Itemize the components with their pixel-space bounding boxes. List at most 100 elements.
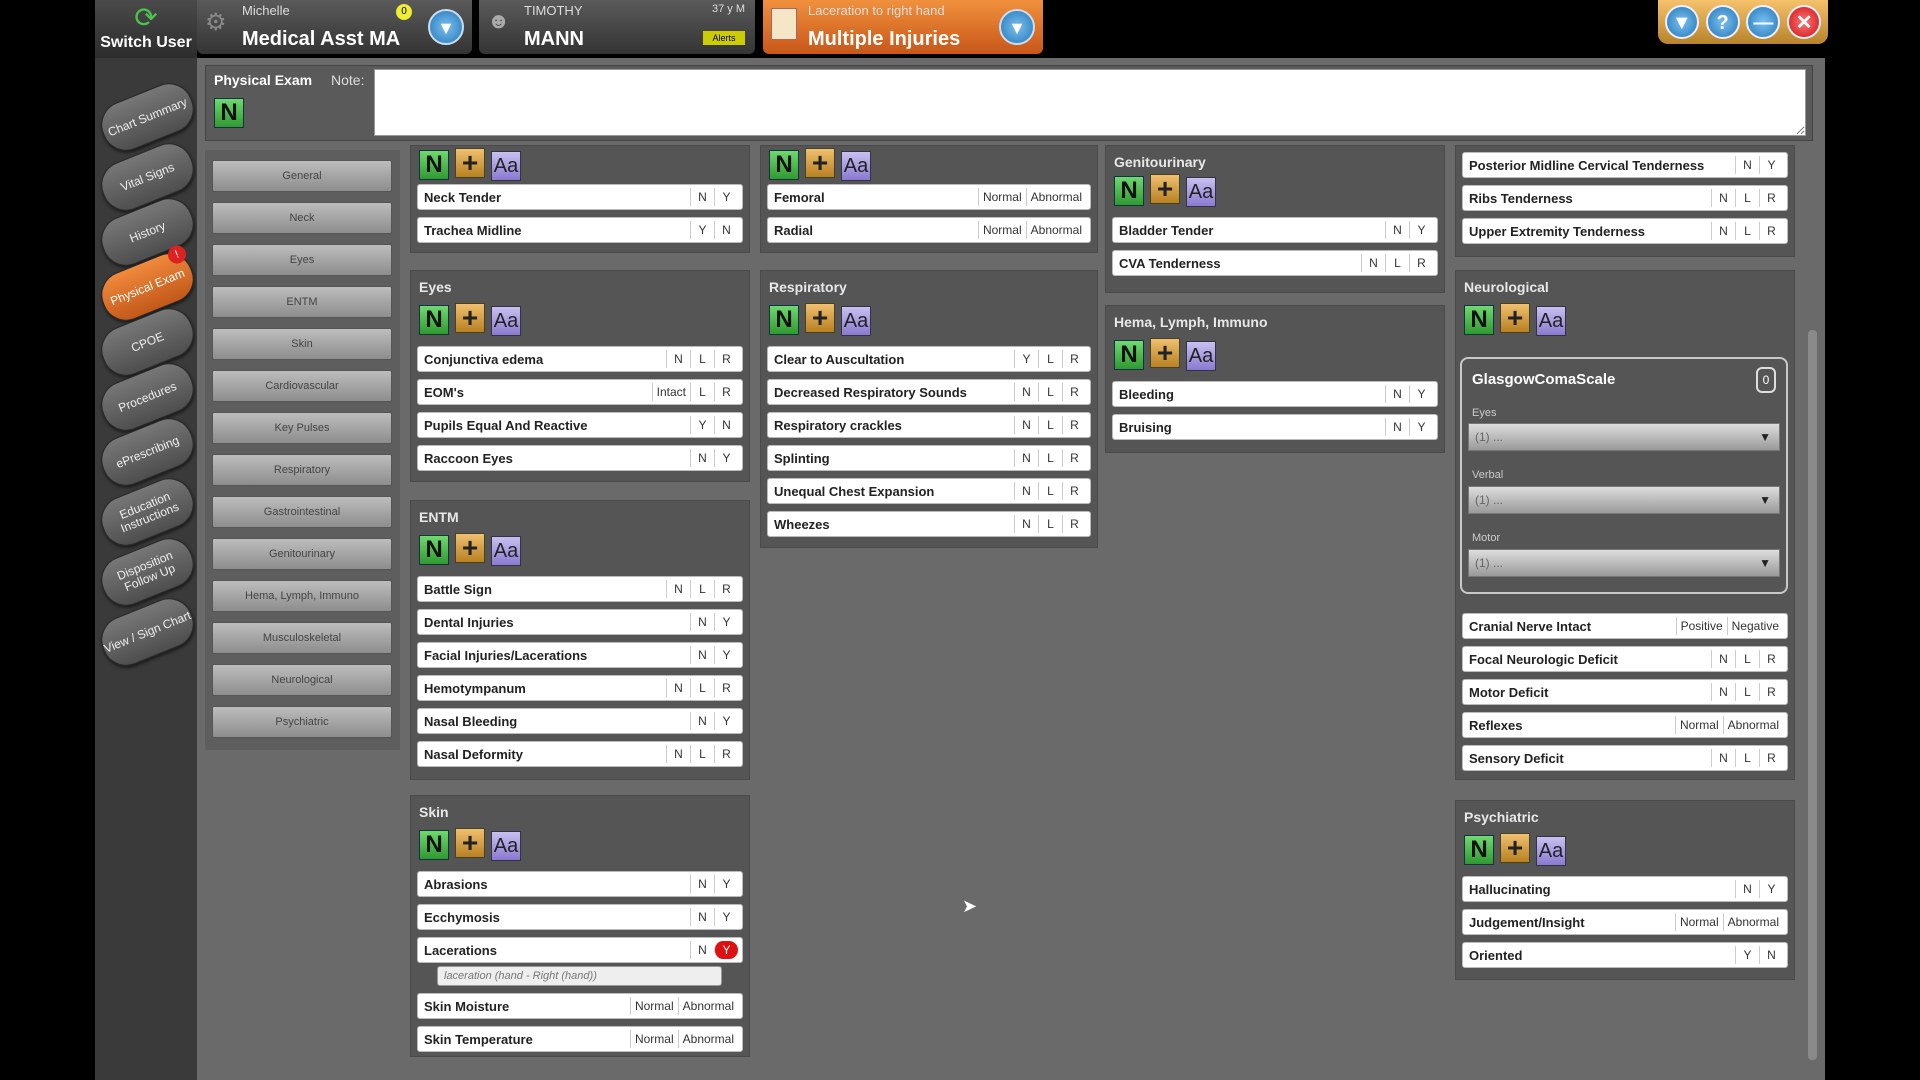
exam-row[interactable]: Trachea Midline Y N xyxy=(417,217,743,243)
patient-header[interactable]: ☻ TIMOTHY 37 y M MANN Alerts xyxy=(479,0,755,54)
help-icon[interactable]: ? xyxy=(1705,5,1740,39)
nav-general[interactable]: General xyxy=(212,160,392,192)
exam-row[interactable]: Cranial Nerve Intact Positive Negative xyxy=(1462,613,1788,639)
hema-normal-button[interactable]: N xyxy=(1114,340,1144,370)
exam-row[interactable]: Clear to Auscultation Y L R xyxy=(767,346,1091,372)
nav-genitourinary[interactable]: Genitourinary xyxy=(212,538,392,570)
entm-plus-button[interactable]: + xyxy=(455,533,485,563)
all-normal-button[interactable]: N xyxy=(214,98,244,128)
exam-row[interactable]: Pupils Equal And Reactive Y N xyxy=(417,412,743,438)
dropdown-icon[interactable]: ▼ xyxy=(1664,5,1699,39)
exam-row[interactable]: Respiratory crackles N L R xyxy=(767,412,1091,438)
note-field[interactable] xyxy=(374,69,1806,136)
exam-row[interactable]: EOM's Intact L R xyxy=(417,379,743,405)
exam-row[interactable]: Focal Neurologic Deficit N L R xyxy=(1462,646,1788,672)
exam-row[interactable]: Hemotympanum N L R xyxy=(417,675,743,701)
neuro-text-button[interactable]: Aa xyxy=(1536,306,1566,336)
exam-row[interactable]: Upper Extremity Tenderness N L R xyxy=(1462,218,1788,244)
exam-row[interactable]: Bleeding N Y xyxy=(1112,381,1438,407)
selected-option[interactable]: Y xyxy=(714,941,738,959)
eyes-plus-button[interactable]: + xyxy=(455,303,485,333)
gcs-motor-select[interactable]: (1) ... ▼ xyxy=(1468,549,1780,577)
exam-row[interactable]: Nasal Deformity N L R xyxy=(417,741,743,767)
nav-key-pulses[interactable]: Key Pulses xyxy=(212,412,392,444)
complaint-header[interactable]: Laceration to right hand Multiple Injuri… xyxy=(763,0,1043,54)
exam-row[interactable]: Bruising N Y xyxy=(1112,414,1438,440)
nav-psychiatric[interactable]: Psychiatric xyxy=(212,706,392,738)
scrollbar-thumb[interactable] xyxy=(1808,330,1817,1060)
pulses-plus-button[interactable]: + xyxy=(805,148,835,178)
nav-musculoskeletal[interactable]: Musculoskeletal xyxy=(212,622,392,654)
eyes-normal-button[interactable]: N xyxy=(419,305,449,335)
close-icon[interactable]: ✕ xyxy=(1787,5,1822,39)
exam-row[interactable]: Femoral Normal Abnormal xyxy=(767,184,1091,210)
user-header[interactable]: ⚙ Michelle 0 Medical Asst MA ▼ xyxy=(197,0,472,54)
pulses-text-button[interactable]: Aa xyxy=(841,151,871,181)
nav-neck[interactable]: Neck xyxy=(212,202,392,234)
exam-row[interactable]: Unequal Chest Expansion N L R xyxy=(767,478,1091,504)
nav-eyes[interactable]: Eyes xyxy=(212,244,392,276)
nav-gastrointestinal[interactable]: Gastrointestinal xyxy=(212,496,392,528)
respiratory-plus-button[interactable]: + xyxy=(805,303,835,333)
exam-row[interactable]: CVA Tenderness N L R xyxy=(1112,250,1438,276)
neuro-plus-button[interactable]: + xyxy=(1500,303,1530,333)
gu-plus-button[interactable]: + xyxy=(1150,174,1180,204)
exam-row[interactable]: Dental Injuries N Y xyxy=(417,609,743,635)
nav-respiratory[interactable]: Respiratory xyxy=(212,454,392,486)
skin-plus-button[interactable]: + xyxy=(455,828,485,858)
pulses-normal-button[interactable]: N xyxy=(769,150,799,180)
respiratory-text-button[interactable]: Aa xyxy=(841,306,871,336)
exam-row[interactable]: Skin Temperature Normal Abnormal xyxy=(417,1026,743,1052)
nav-entm[interactable]: ENTM xyxy=(212,286,392,318)
exam-row[interactable]: Neck Tender N Y xyxy=(417,184,743,210)
exam-row[interactable]: Battle Sign N L R xyxy=(417,576,743,602)
exam-row[interactable]: Reflexes Normal Abnormal xyxy=(1462,712,1788,738)
exam-row[interactable]: Motor Deficit N L R xyxy=(1462,679,1788,705)
exam-row[interactable]: Lacerations N Y xyxy=(417,937,743,963)
hema-text-button[interactable]: Aa xyxy=(1186,341,1216,371)
nav-hema-lymph-immuno[interactable]: Hema, Lymph, Immuno xyxy=(212,580,392,612)
psych-text-button[interactable]: Aa xyxy=(1536,836,1566,866)
respiratory-normal-button[interactable]: N xyxy=(769,305,799,335)
exam-row[interactable]: Facial Injuries/Lacerations N Y xyxy=(417,642,743,668)
minimize-icon[interactable]: — xyxy=(1746,5,1781,39)
exam-row[interactable]: Sensory Deficit N L R xyxy=(1462,745,1788,771)
exam-row[interactable]: Oriented Y N xyxy=(1462,942,1788,968)
user-dropdown-icon[interactable]: ▼ xyxy=(428,9,464,45)
neck-text-button[interactable]: Aa xyxy=(491,151,521,181)
exam-row[interactable]: Posterior Midline Cervical Tenderness N Y xyxy=(1462,152,1788,178)
nav-cardiovascular[interactable]: Cardiovascular xyxy=(212,370,392,402)
neck-plus-button[interactable]: + xyxy=(455,148,485,178)
switch-user-button[interactable]: ⟳ Switch User xyxy=(95,0,197,58)
neck-normal-button[interactable]: N xyxy=(419,150,449,180)
exam-row[interactable]: Splinting N L R xyxy=(767,445,1091,471)
exam-row[interactable]: Hallucinating N Y xyxy=(1462,876,1788,902)
exam-row[interactable]: Judgement/Insight Normal Abnormal xyxy=(1462,909,1788,935)
exam-row[interactable]: Nasal Bleeding N Y xyxy=(417,708,743,734)
exam-row[interactable]: Decreased Respiratory Sounds N L R xyxy=(767,379,1091,405)
entm-normal-button[interactable]: N xyxy=(419,535,449,565)
skin-text-button[interactable]: Aa xyxy=(491,831,521,861)
gu-normal-button[interactable]: N xyxy=(1114,176,1144,206)
gcs-verbal-select[interactable]: (1) ... ▼ xyxy=(1468,486,1780,514)
skin-normal-button[interactable]: N xyxy=(419,830,449,860)
eyes-text-button[interactable]: Aa xyxy=(491,306,521,336)
entm-text-button[interactable]: Aa xyxy=(491,536,521,566)
exam-row[interactable]: Radial Normal Abnormal xyxy=(767,217,1091,243)
nav-skin[interactable]: Skin xyxy=(212,328,392,360)
exam-row[interactable]: Bladder Tender N Y xyxy=(1112,217,1438,243)
exam-row[interactable]: Skin Moisture Normal Abnormal xyxy=(417,993,743,1019)
neuro-normal-button[interactable]: N xyxy=(1464,305,1494,335)
complaint-dropdown-icon[interactable]: ▼ xyxy=(999,9,1035,45)
exam-row[interactable]: Wheezes N L R xyxy=(767,511,1091,537)
psych-normal-button[interactable]: N xyxy=(1464,835,1494,865)
nav-neurological[interactable]: Neurological xyxy=(212,664,392,696)
hema-plus-button[interactable]: + xyxy=(1150,338,1180,368)
exam-row[interactable]: Ribs Tenderness N L R xyxy=(1462,185,1788,211)
psych-plus-button[interactable]: + xyxy=(1500,833,1530,863)
exam-row[interactable]: Abrasions N Y xyxy=(417,871,743,897)
exam-row[interactable]: Conjunctiva edema N L R xyxy=(417,346,743,372)
exam-row[interactable]: Ecchymosis N Y xyxy=(417,904,743,930)
exam-row[interactable]: Raccoon Eyes N Y xyxy=(417,445,743,471)
vertical-scrollbar[interactable] xyxy=(1806,150,1820,1070)
